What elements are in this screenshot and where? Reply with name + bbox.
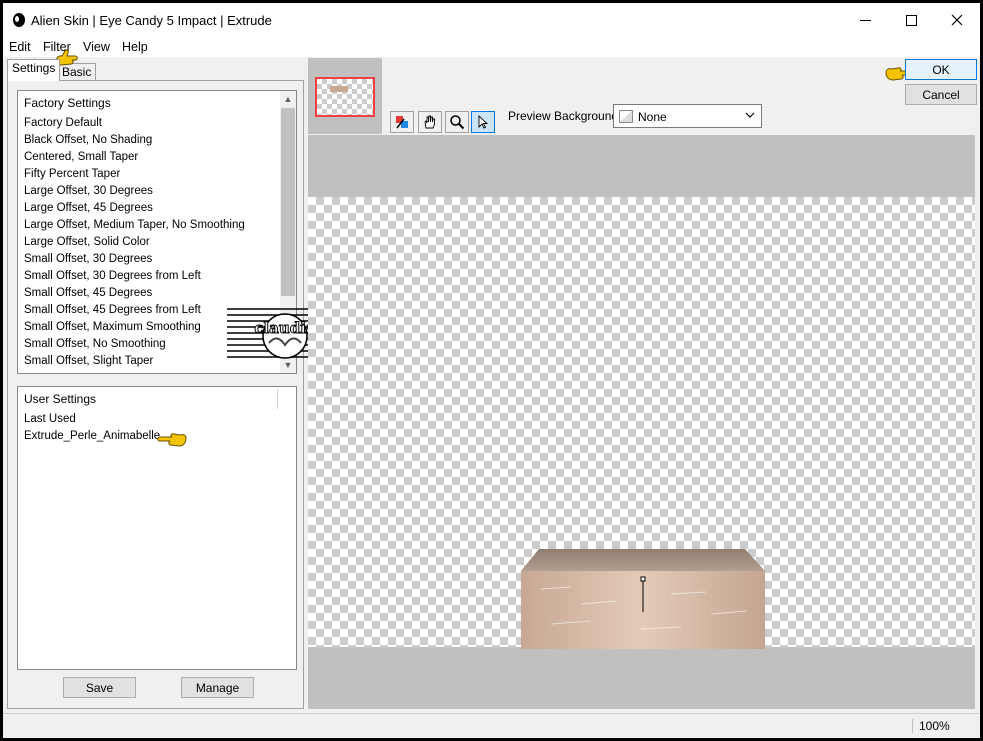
cancel-button[interactable]: Cancel bbox=[905, 84, 977, 105]
preview-background-label: Preview Background: bbox=[508, 109, 622, 123]
list-item[interactable]: Large Offset, 30 Degrees bbox=[24, 185, 153, 197]
pointer-icon bbox=[478, 114, 489, 129]
list-item[interactable]: Extrude_Perle_Animabelle bbox=[24, 430, 160, 442]
user-settings-header: User Settings bbox=[24, 392, 97, 406]
settings-panel: Factory Settings Factory Default Black O… bbox=[7, 80, 304, 709]
maximize-button[interactable] bbox=[888, 3, 934, 37]
hand-tool-button[interactable] bbox=[418, 111, 442, 133]
tab-settings[interactable]: Settings bbox=[7, 59, 61, 81]
alien-skin-app-icon bbox=[13, 13, 25, 27]
background-swatch-icon bbox=[619, 110, 633, 123]
list-item[interactable]: Black Offset, No Shading bbox=[24, 134, 152, 146]
list-item[interactable]: Fifty Percent Taper bbox=[24, 168, 120, 180]
chevron-down-icon bbox=[745, 112, 755, 118]
list-item[interactable]: Large Offset, Solid Color bbox=[24, 236, 150, 248]
thumbnail-navigator[interactable] bbox=[308, 58, 382, 134]
window-title: Alien Skin | Eye Candy 5 Impact | Extrud… bbox=[31, 13, 272, 28]
list-item[interactable]: Small Offset, 45 Degrees from Left bbox=[24, 304, 201, 316]
save-button[interactable]: Save bbox=[63, 677, 136, 698]
scroll-up-icon[interactable]: ▲ bbox=[280, 91, 296, 107]
color-picker-icon bbox=[396, 116, 408, 129]
list-item[interactable]: Centered, Small Taper bbox=[24, 151, 138, 163]
preview-area[interactable] bbox=[308, 135, 975, 709]
zoom-icon bbox=[450, 115, 465, 130]
menu-edit[interactable]: Edit bbox=[9, 40, 31, 54]
list-item[interactable]: Small Offset, Slight Taper bbox=[24, 355, 153, 367]
list-item[interactable]: Last Used bbox=[24, 413, 76, 425]
minimize-icon bbox=[859, 19, 871, 21]
pointer-tool-button[interactable] bbox=[471, 111, 495, 133]
minimize-button[interactable] bbox=[842, 3, 888, 37]
list-item[interactable]: Large Offset, 45 Degrees bbox=[24, 202, 153, 214]
status-bar: 100% bbox=[3, 713, 980, 738]
thumbnail-viewport[interactable] bbox=[315, 77, 375, 117]
close-icon bbox=[951, 14, 963, 26]
thumbnail-object bbox=[330, 86, 348, 92]
zoom-tool-button[interactable] bbox=[445, 111, 469, 133]
list-item[interactable]: Small Offset, 30 Degrees from Left bbox=[24, 270, 201, 282]
scroll-down-icon[interactable]: ▼ bbox=[280, 357, 296, 373]
watermark-text: claudia bbox=[254, 319, 316, 337]
column-divider bbox=[277, 389, 278, 409]
hand-icon bbox=[424, 115, 435, 129]
list-item[interactable]: Large Offset, Medium Taper, No Smoothing bbox=[24, 219, 245, 231]
list-item[interactable]: Small Offset, 45 Degrees bbox=[24, 287, 152, 299]
pointing-hand-icon bbox=[157, 433, 187, 447]
title-bar: Alien Skin | Eye Candy 5 Impact | Extrud… bbox=[3, 3, 980, 37]
ok-button[interactable]: OK bbox=[905, 59, 977, 80]
list-item[interactable]: Small Offset, No Smoothing bbox=[24, 338, 166, 350]
color-picker-tool-button[interactable] bbox=[390, 111, 414, 133]
menu-help[interactable]: Help bbox=[122, 40, 148, 54]
close-button[interactable] bbox=[934, 3, 980, 37]
user-settings-list[interactable]: User Settings Last Used Extrude_Perle_An… bbox=[17, 386, 297, 670]
list-item[interactable]: Small Offset, Maximum Smoothing bbox=[24, 321, 201, 333]
zoom-level: 100% bbox=[912, 719, 968, 733]
menu-view[interactable]: View bbox=[83, 40, 110, 54]
factory-settings-header: Factory Settings bbox=[24, 96, 111, 110]
extruded-object-preview bbox=[521, 549, 765, 649]
menu-bar: Edit Filter View Help bbox=[3, 37, 980, 57]
maximize-icon bbox=[905, 14, 917, 26]
manage-button[interactable]: Manage bbox=[181, 677, 254, 698]
list-item[interactable]: Small Offset, 30 Degrees bbox=[24, 253, 152, 265]
scroll-thumb[interactable] bbox=[281, 108, 295, 296]
preview-background-value: None bbox=[638, 110, 667, 124]
list-item[interactable]: Factory Default bbox=[24, 117, 102, 129]
preview-background-select[interactable]: None bbox=[613, 104, 762, 128]
eye-candy-window: Alien Skin | Eye Candy 5 Impact | Extrud… bbox=[3, 3, 980, 738]
